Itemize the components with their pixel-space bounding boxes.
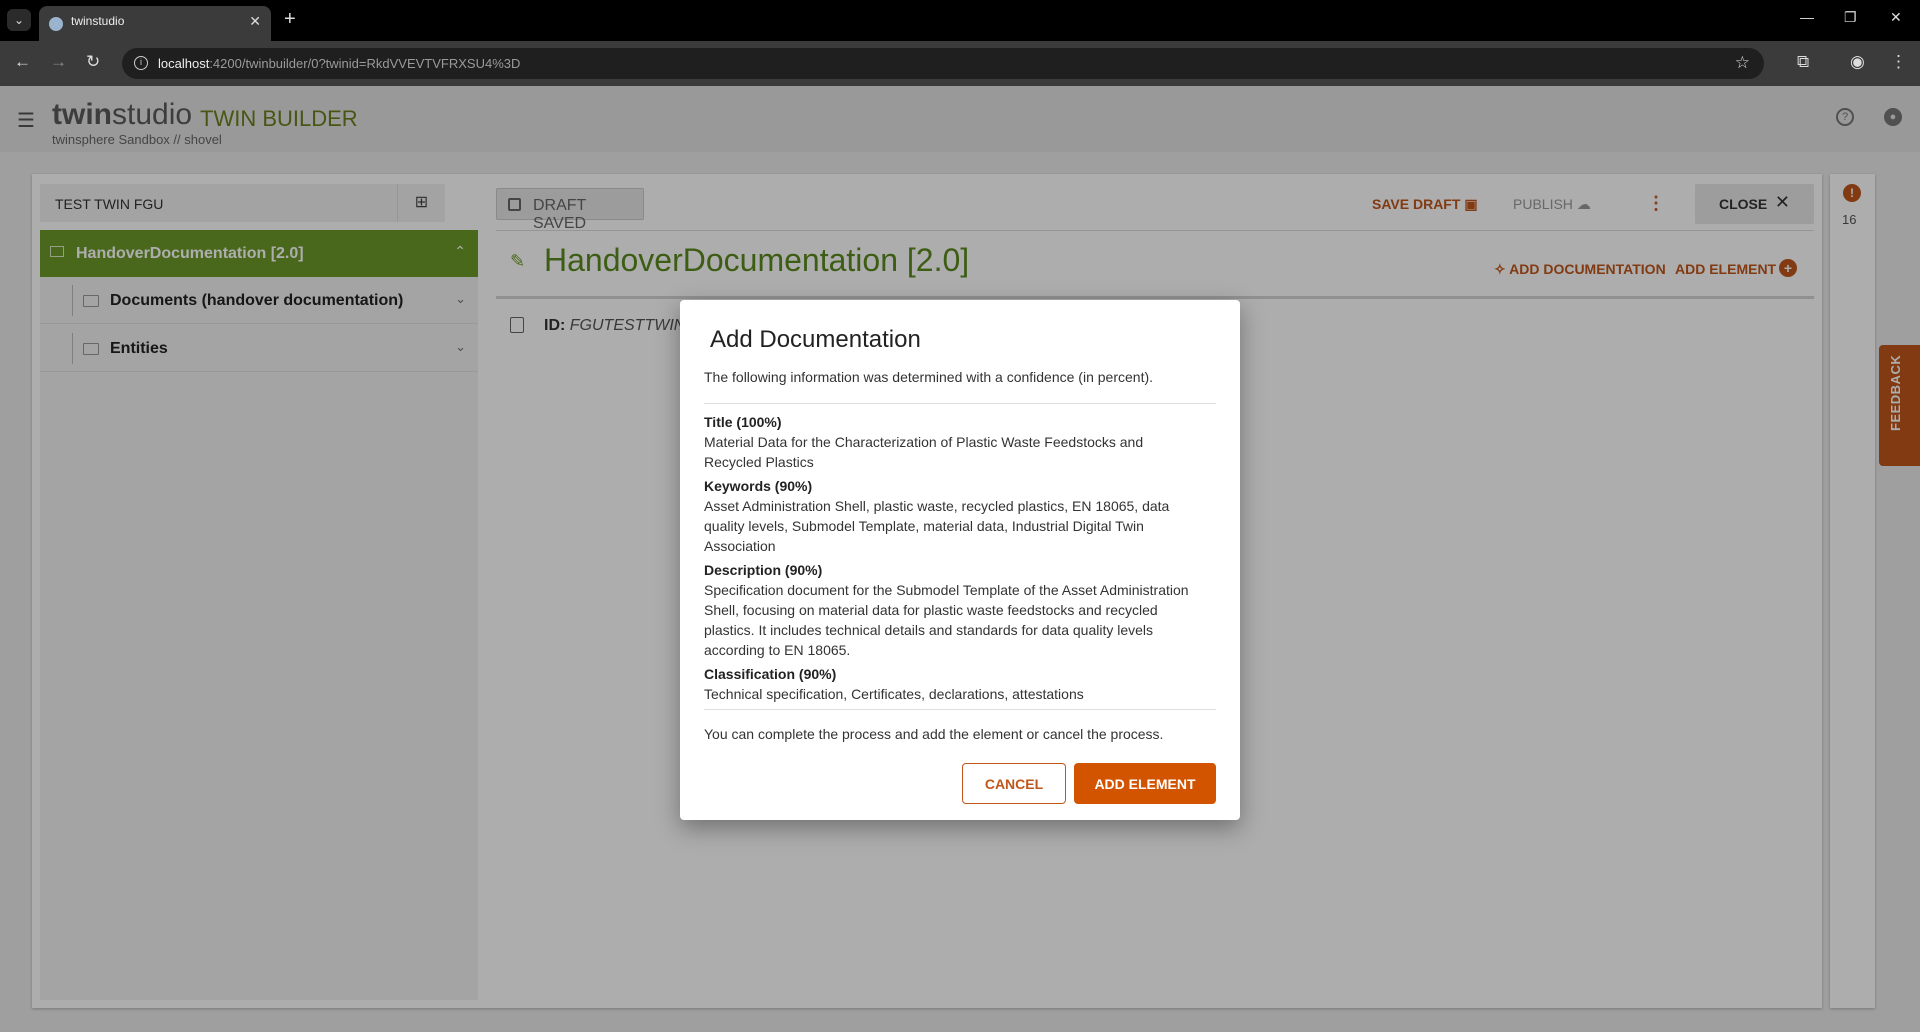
- tab-search-icon[interactable]: ⌄: [7, 9, 31, 31]
- section-heading: Description (90%): [704, 562, 823, 578]
- section-body: Asset Administration Shell, plastic wast…: [704, 498, 1170, 554]
- tab-title: twinstudio: [71, 14, 125, 28]
- dialog-title: Add Documentation: [710, 326, 921, 353]
- add-documentation-dialog: Add Documentation The following informat…: [680, 300, 1240, 820]
- extensions-icon[interactable]: ⧉: [1797, 52, 1809, 72]
- dialog-intro: The following information was determined…: [704, 369, 1154, 385]
- add-element-confirm-button[interactable]: ADD ELEMENT: [1074, 763, 1216, 804]
- address-bar[interactable]: i localhost:4200/twinbuilder/0?twinid=Rk…: [122, 48, 1764, 79]
- dialog-divider: [704, 709, 1216, 710]
- favicon-icon: [49, 17, 63, 31]
- description-section: Description (90%) Specification document…: [704, 560, 1204, 660]
- browser-tab[interactable]: twinstudio ✕: [39, 6, 271, 41]
- site-info-icon[interactable]: i: [134, 56, 148, 70]
- dialog-note: You can complete the process and add the…: [704, 726, 1164, 742]
- section-heading: Classification (90%): [704, 666, 837, 682]
- new-tab-icon[interactable]: +: [284, 8, 296, 31]
- forward-icon[interactable]: →: [50, 52, 67, 72]
- section-body: Specification document for the Submodel …: [704, 582, 1189, 658]
- profile-icon[interactable]: ◉: [1850, 52, 1865, 72]
- section-heading: Title (100%): [704, 414, 782, 430]
- reload-icon[interactable]: ↻: [86, 52, 100, 72]
- section-body: Material Data for the Characterization o…: [704, 434, 1144, 470]
- bookmark-star-icon[interactable]: ☆: [1735, 53, 1750, 73]
- title-section: Title (100%) Material Data for the Chara…: [704, 412, 1204, 472]
- url-text: localhost:4200/twinbuilder/0?twinid=RkdV…: [158, 56, 521, 71]
- classification-section: Classification (90%) Technical specifica…: [704, 664, 1204, 704]
- minimize-icon[interactable]: —: [1800, 9, 1814, 25]
- tab-close-icon[interactable]: ✕: [249, 13, 261, 30]
- keywords-section: Keywords (90%) Asset Administration Shel…: [704, 476, 1204, 556]
- browser-tabbar: ⌄ twinstudio ✕ + — ❐ ✕: [0, 0, 1920, 41]
- browser-menu-icon[interactable]: ⋮: [1890, 52, 1907, 72]
- dialog-divider: [704, 403, 1216, 404]
- back-icon[interactable]: ←: [14, 52, 31, 72]
- cancel-button[interactable]: CANCEL: [962, 763, 1066, 804]
- section-heading: Keywords (90%): [704, 478, 813, 494]
- window-close-icon[interactable]: ✕: [1890, 9, 1902, 26]
- restore-icon[interactable]: ❐: [1844, 9, 1857, 26]
- section-body: Technical specification, Certificates, d…: [704, 686, 1084, 702]
- browser-toolbar: ← → ↻ i localhost:4200/twinbuilder/0?twi…: [0, 41, 1920, 86]
